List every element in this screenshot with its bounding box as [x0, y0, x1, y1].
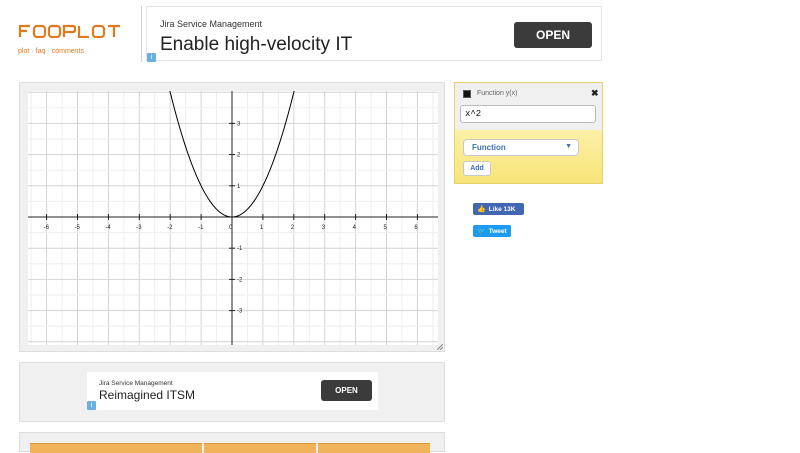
x-tick-label: -4	[105, 225, 111, 231]
ad-sponsor: Jira Service Management	[160, 19, 263, 29]
x-tick-label: -2	[167, 225, 173, 231]
tweet-button[interactable]: 🐦 Tweet	[473, 225, 511, 237]
ad-sponsor: Jira Service Management	[99, 380, 173, 387]
site-nav: plot · faq · comments	[18, 48, 128, 55]
nav-separator: ·	[47, 48, 50, 55]
tab[interactable]	[30, 443, 202, 453]
add-button[interactable]: Add	[463, 161, 491, 176]
bottom-advertisement[interactable]: Jira Service Management Reimagined ITSM …	[87, 372, 378, 410]
ad-headline[interactable]: Reimagined ITSM	[99, 388, 195, 402]
tab-bar	[30, 443, 430, 453]
color-swatch[interactable]	[463, 90, 471, 98]
nav-plot-link[interactable]: plot	[18, 48, 29, 55]
site-header: plot · faq · comments	[18, 24, 128, 55]
nav-faq-link[interactable]: faq	[36, 48, 46, 55]
chevron-down-icon: ▼	[565, 143, 572, 150]
like-label: Like 13K	[488, 205, 516, 213]
y-tick-label: 3	[237, 121, 241, 127]
function-panel: Function y(x) ✖ Function ▼ Add	[454, 82, 603, 184]
function-type-select[interactable]: Function ▼	[463, 139, 579, 156]
y-tick-label: 2	[237, 153, 241, 159]
ad-panel: Jira Service Management Reimagined ITSM …	[19, 362, 445, 422]
x-tick-label: -5	[75, 225, 81, 231]
function-plot-canvas[interactable]: -6 -5 -4 -3 -2 -1 0 1 2 3 4 5 6321-1-2-3	[28, 91, 438, 345]
y-tick-label: -2	[237, 277, 243, 283]
ad-headline[interactable]: Enable high-velocity IT	[160, 34, 352, 56]
function-type-value: Function	[472, 143, 506, 152]
adchoices-icon[interactable]: i	[147, 53, 156, 62]
y-tick-label: 1	[237, 184, 241, 190]
close-icon[interactable]: ✖	[591, 88, 599, 99]
top-advertisement[interactable]: Jira Service Management Enable high-velo…	[146, 6, 602, 62]
x-tick-label: -6	[44, 225, 50, 231]
function-panel-header: Function y(x) ✖	[455, 83, 602, 130]
adchoices-icon[interactable]: i	[87, 401, 96, 410]
x-tick-label: -3	[136, 225, 142, 231]
function-input[interactable]	[460, 105, 596, 123]
nav-comments-link[interactable]: comments	[52, 48, 84, 55]
function-title: Function y(x)	[477, 90, 518, 97]
tab[interactable]	[318, 443, 430, 453]
thumbs-up-icon: 👍	[477, 206, 486, 213]
bottom-panel	[19, 432, 445, 453]
fooplot-logo[interactable]	[18, 24, 126, 38]
ad-open-button[interactable]: OPEN	[321, 380, 372, 401]
y-tick-label: -1	[237, 246, 243, 252]
tweet-label: Tweet	[488, 227, 507, 235]
y-tick-label: -3	[237, 309, 243, 315]
nav-separator: ·	[31, 48, 34, 55]
x-tick-label: -1	[198, 225, 204, 231]
function-panel-body: Function ▼ Add	[455, 130, 602, 183]
ad-open-button[interactable]: OPEN	[514, 22, 592, 48]
tab[interactable]	[204, 443, 316, 453]
facebook-like-button[interactable]: 👍 Like 13K	[473, 203, 524, 215]
header-divider	[141, 6, 142, 62]
plot-panel: -6 -5 -4 -3 -2 -1 0 1 2 3 4 5 6 3 2 1 -1 -2 -3	[19, 82, 445, 352]
twitter-bird-icon: 🐦	[477, 228, 486, 235]
resize-handle-icon[interactable]	[437, 344, 443, 350]
